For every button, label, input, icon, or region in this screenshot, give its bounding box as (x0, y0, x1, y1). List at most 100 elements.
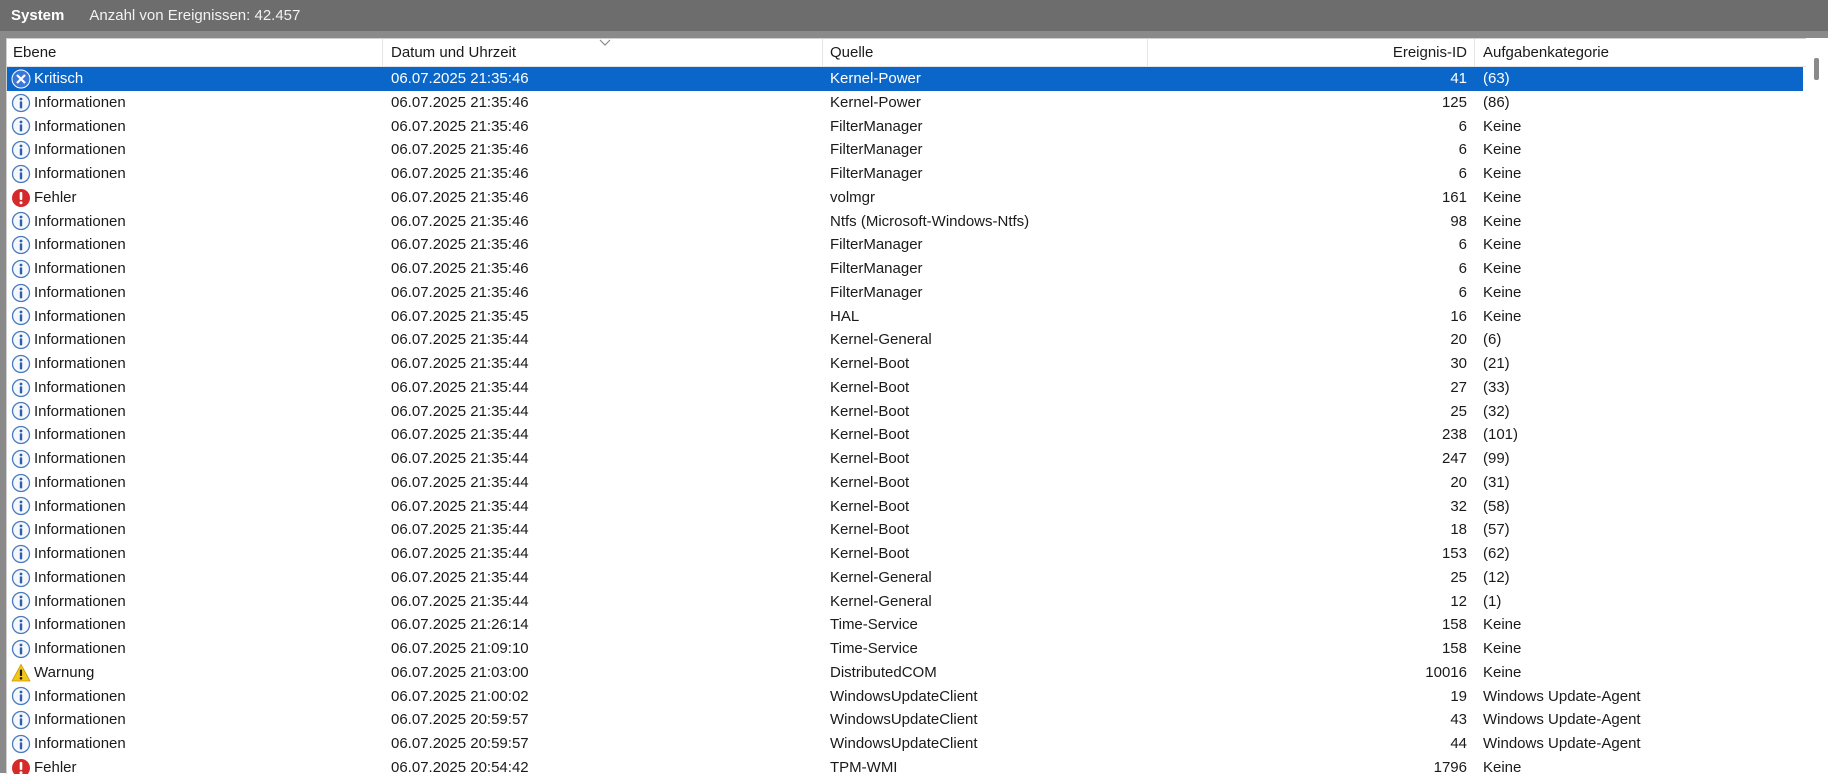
table-row[interactable]: Informationen 06.07.2025 21:35:46 FilterMa… (7, 115, 1803, 139)
table-row[interactable]: Informationen 06.07.2025 20:59:57 WindowsU… (7, 732, 1803, 756)
table-row[interactable]: Informationen 06.07.2025 21:35:46 Kernel-P… (7, 91, 1803, 115)
table-row[interactable]: Informationen 06.07.2025 21:35:44 Kernel-G… (7, 328, 1803, 352)
date-cell: 06.07.2025 21:35:44 (391, 402, 529, 420)
level-label: Informationen (34, 497, 126, 515)
event-id-cell: 6 (1458, 260, 1467, 277)
vertical-scrollbar[interactable] (1806, 38, 1828, 773)
level-label: Informationen (34, 117, 126, 135)
table-row[interactable]: Fehler 06.07.2025 21:35:46 volmgr 161 Keine (7, 186, 1803, 210)
source-cell: Kernel-Boot (830, 545, 910, 562)
event-id-cell: 153 (1441, 545, 1467, 562)
source-cell: Kernel-Boot (830, 426, 910, 444)
column-header-level[interactable]: Ebene (7, 39, 383, 66)
category-cell: (101) (1483, 426, 1519, 444)
category-cell: (57) (1483, 521, 1510, 539)
table-row[interactable]: Fehler 06.07.2025 20:54:42 TPM-WMI 1796 Kein… (7, 756, 1803, 774)
info-icon (11, 568, 31, 588)
source-cell: WindowsUpdateClient (830, 711, 978, 729)
event-id-cell: 20 (1450, 331, 1467, 349)
table-row[interactable]: Warnung 06.07.2025 21:03:00 DistributedCOM… (7, 661, 1803, 685)
level-cell: Informationen (11, 566, 381, 590)
level-label: Informationen (34, 93, 126, 111)
table-row[interactable]: Informationen 06.07.2025 21:35:44 Kernel-B… (7, 423, 1803, 447)
category-cell: (6) (1483, 331, 1502, 349)
table-row[interactable]: Informationen 06.07.2025 21:26:14 Time-Ser… (7, 613, 1803, 637)
level-label: Informationen (34, 355, 126, 372)
event-id-cell: 161 (1441, 188, 1467, 206)
level-label: Informationen (34, 236, 126, 254)
table-row[interactable]: Informationen 06.07.2025 21:00:02 WindowsU… (7, 685, 1803, 709)
event-id-cell: 41 (1450, 70, 1467, 87)
level-label: Informationen (34, 473, 126, 491)
error-icon (11, 188, 31, 208)
info-icon (11, 116, 31, 136)
error-icon (11, 758, 31, 774)
scroll-thumb[interactable] (1814, 58, 1819, 80)
info-icon (11, 283, 31, 303)
category-cell: Keine (1483, 663, 1522, 681)
category-cell: Keine (1483, 165, 1522, 182)
table-row[interactable]: Informationen 06.07.2025 20:59:57 WindowsU… (7, 708, 1803, 732)
table-row[interactable]: Informationen 06.07.2025 21:35:44 Kernel-B… (7, 542, 1803, 566)
column-header-category[interactable]: Aufgabenkategorie (1475, 39, 1807, 66)
event-id-cell: 238 (1441, 426, 1467, 444)
table-row[interactable]: Informationen 06.07.2025 21:35:44 Kernel-B… (7, 447, 1803, 471)
table-row[interactable]: Informationen 06.07.2025 21:35:46 FilterMa… (7, 138, 1803, 162)
level-cell: Informationen (11, 376, 381, 400)
category-cell: (32) (1483, 402, 1510, 420)
category-cell: Keine (1483, 117, 1522, 135)
date-cell: 06.07.2025 21:35:44 (391, 521, 529, 539)
info-icon (11, 164, 31, 184)
source-cell: HAL (830, 307, 860, 325)
info-icon (11, 211, 31, 231)
level-cell: Informationen (11, 471, 381, 495)
column-header-event-id[interactable]: Ereignis-ID (1148, 39, 1475, 66)
source-cell: Kernel-Boot (830, 378, 910, 396)
date-cell: 06.07.2025 21:35:46 (391, 188, 529, 206)
category-cell: Keine (1483, 758, 1522, 774)
table-row[interactable]: Informationen 06.07.2025 21:35:46 FilterMa… (7, 162, 1803, 186)
table-row[interactable]: Informationen 06.07.2025 21:35:44 Kernel-G… (7, 566, 1803, 590)
table-row[interactable]: Informationen 06.07.2025 21:35:44 Kernel-B… (7, 400, 1803, 424)
table-row[interactable]: Kritisch 06.07.2025 21:35:46 Kernel-Power 4… (7, 67, 1803, 91)
date-cell: 06.07.2025 21:35:46 (391, 260, 529, 277)
event-id-cell: 25 (1450, 568, 1467, 586)
table-row[interactable]: Informationen 06.07.2025 21:35:46 FilterMa… (7, 233, 1803, 257)
level-cell: Informationen (11, 233, 381, 257)
table-header: Ebene Datum und Uhrzeit Quelle Ereignis-… (7, 39, 1807, 67)
table-row[interactable]: Informationen 06.07.2025 21:35:44 Kernel-G… (7, 590, 1803, 614)
date-cell: 06.07.2025 21:35:44 (391, 473, 529, 491)
level-cell: Kritisch (11, 67, 381, 91)
table-row[interactable]: Informationen 06.07.2025 21:35:44 Kernel-B… (7, 352, 1803, 376)
category-cell: (63) (1483, 70, 1510, 87)
info-icon (11, 140, 31, 160)
date-cell: 06.07.2025 21:35:44 (391, 592, 529, 610)
date-cell: 06.07.2025 20:59:57 (391, 735, 529, 752)
source-cell: volmgr (830, 188, 876, 206)
table-row[interactable]: Informationen 06.07.2025 21:35:46 FilterMa… (7, 281, 1803, 305)
table-row[interactable]: Informationen 06.07.2025 21:09:10 Time-Ser… (7, 637, 1803, 661)
table-row[interactable]: Informationen 06.07.2025 21:35:46 Ntfs (Mi… (7, 210, 1803, 234)
column-header-date[interactable]: Datum und Uhrzeit (383, 39, 823, 66)
info-icon (11, 734, 31, 754)
level-label: Informationen (34, 711, 126, 729)
info-icon (11, 259, 31, 279)
column-header-source[interactable]: Quelle (823, 39, 1148, 66)
level-label: Informationen (34, 165, 126, 182)
table-row[interactable]: Informationen 06.07.2025 21:35:44 Kernel-B… (7, 471, 1803, 495)
table-row[interactable]: Informationen 06.07.2025 21:35:46 FilterMa… (7, 257, 1803, 281)
table-row[interactable]: Informationen 06.07.2025 21:35:45 HAL 16 Kei… (7, 305, 1803, 329)
date-cell: 06.07.2025 21:35:46 (391, 165, 529, 182)
table-row[interactable]: Informationen 06.07.2025 21:35:44 Kernel-B… (7, 518, 1803, 542)
events-table[interactable]: Ebene Datum und Uhrzeit Quelle Ereignis-… (6, 38, 1828, 774)
table-row[interactable]: Informationen 06.07.2025 21:35:44 Kernel-B… (7, 495, 1803, 519)
level-label: Informationen (34, 592, 126, 610)
info-icon (11, 473, 31, 493)
level-label: Fehler (34, 188, 77, 206)
date-cell: 06.07.2025 21:00:02 (391, 687, 529, 705)
event-id-cell: 158 (1441, 616, 1467, 634)
category-cell: Windows Update-Agent (1483, 687, 1641, 705)
info-icon (11, 93, 31, 113)
table-row[interactable]: Informationen 06.07.2025 21:35:44 Kernel-B… (7, 376, 1803, 400)
date-cell: 06.07.2025 20:54:42 (391, 758, 529, 774)
